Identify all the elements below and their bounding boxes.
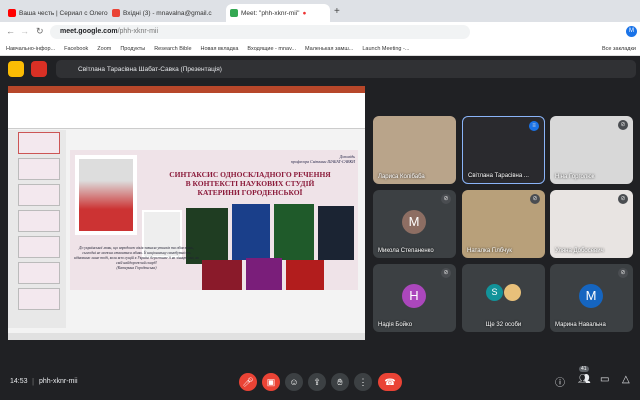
- presenter-label: Світлана Тарасівна Шабат-Савка (Презента…: [56, 60, 636, 78]
- back-icon[interactable]: ←: [6, 26, 15, 36]
- participant-tile[interactable]: ⊘ H Надія Бойко: [373, 264, 456, 332]
- mic-off-icon: ⊘: [530, 194, 540, 204]
- slide-thumb[interactable]: [18, 210, 60, 232]
- tab-gmail[interactable]: Вхідні (3) - mnavalna@gmail.c: [108, 4, 224, 22]
- book-cover: [232, 204, 270, 260]
- slide-thumb[interactable]: [18, 236, 60, 258]
- avatar: M: [402, 210, 426, 234]
- profile-avatar[interactable]: M: [626, 26, 637, 37]
- participant-tile[interactable]: ⊘ M Микола Степаненко: [373, 190, 456, 258]
- meeting-code: phh-xknr-mii: [39, 378, 78, 385]
- book-cover: [274, 204, 314, 260]
- slide-thumb[interactable]: [18, 262, 60, 284]
- more-options-button[interactable]: ⋮: [354, 373, 372, 391]
- slide-header: професора Світлани ШАБАТ-САВКИ: [290, 159, 355, 164]
- camera-off-button[interactable]: ▣: [262, 373, 280, 391]
- address-bar-row: ← → ↻ meet.google.com/phh-xknr-mii M: [0, 22, 640, 42]
- more-participants-tile[interactable]: S Ще 32 особи: [462, 264, 545, 332]
- bookmark[interactable]: Продукты: [120, 46, 145, 52]
- activities-icon[interactable]: △: [622, 374, 630, 385]
- emoji-button[interactable]: ☺: [285, 373, 303, 391]
- people-count-badge: 41: [579, 366, 589, 372]
- meet-icon: [230, 9, 238, 17]
- mic-off-icon: ⊘: [441, 194, 451, 204]
- ppt-status-bar: [8, 333, 365, 340]
- participant-tile-speaking[interactable]: ≡ Світлана Тарасівна ...: [462, 116, 545, 184]
- bookmark[interactable]: Launch Meeting -...: [362, 46, 409, 52]
- mic-off-icon: ⊘: [618, 268, 628, 278]
- leave-call-button[interactable]: ☎︎: [378, 373, 402, 391]
- avatar-photo: [504, 284, 521, 301]
- quote-author: (Катерина Городенська): [116, 266, 157, 270]
- presentation-bar: Світлана Тарасівна Шабат-Савка (Презента…: [4, 58, 638, 80]
- avatar: S: [486, 284, 503, 301]
- participant-tile[interactable]: ⊘ Ніна Горголюк: [550, 116, 633, 184]
- bookmarks-bar: Навчально-інфор... Facebook Zoom Продукт…: [0, 42, 640, 56]
- avatar: M: [579, 284, 603, 308]
- all-bookmarks[interactable]: Все закладки: [602, 46, 636, 52]
- bookmark[interactable]: Facebook: [64, 46, 88, 52]
- raise-hand-button[interactable]: ✋︎: [331, 373, 349, 391]
- present-button[interactable]: ⇪: [308, 373, 326, 391]
- new-tab-button[interactable]: +: [334, 6, 340, 17]
- participant-tile[interactable]: ⊘ M Марина Навальна: [550, 264, 633, 332]
- participant-tile[interactable]: ⊘ Наталка Гілбчук: [462, 190, 545, 258]
- reload-icon[interactable]: ↻: [36, 26, 44, 37]
- divider: |: [32, 377, 35, 386]
- youtube-icon: [8, 9, 16, 17]
- tab-strip: Ваша честь | Сериал с Олего Вхідні (3) -…: [0, 0, 640, 22]
- book-cover: [286, 260, 324, 290]
- mic-off-button[interactable]: 🎤︎: [239, 373, 257, 391]
- bookmark[interactable]: Новая вкладка: [201, 46, 239, 52]
- mic-off-icon: ⊘: [618, 194, 628, 204]
- people-icon[interactable]: 👥︎: [578, 374, 591, 385]
- slide-thumb[interactable]: [18, 288, 60, 310]
- present-icon[interactable]: [8, 61, 24, 77]
- slide: Доповідь професора Світлани ШАБАТ-САВКИ …: [70, 150, 358, 290]
- mic-off-icon: ⊘: [441, 268, 451, 278]
- slide-title: КАТЕРИНИ ГОРОДЕНСЬКОЇ: [197, 188, 303, 197]
- ppt-ribbon: [8, 93, 365, 129]
- avatar: H: [402, 284, 426, 308]
- meeting-time: 14:53: [10, 378, 28, 385]
- chat-icon[interactable]: ▭: [600, 374, 609, 385]
- slide-title: В КОНТЕКСТІ НАУКОВИХ СТУДІЙ: [185, 179, 315, 188]
- recording-icon: ●: [302, 9, 307, 17]
- bookmark[interactable]: Навчально-інфор...: [6, 46, 55, 52]
- bookmark[interactable]: Research Bible: [154, 46, 191, 52]
- mic-off-icon: ⊘: [618, 120, 628, 130]
- tab-meet[interactable]: Meet: "phh-xknr-mii" ●: [226, 4, 330, 22]
- book-cover: [202, 260, 242, 290]
- speaking-icon: ≡: [529, 121, 539, 131]
- bookmark[interactable]: Zoom: [97, 46, 111, 52]
- slide-thumb[interactable]: [18, 132, 60, 154]
- bookmark[interactable]: Маленькая замш...: [305, 46, 353, 52]
- slide-thumb[interactable]: [18, 158, 60, 180]
- participant-tile[interactable]: Лариса Колібаба: [373, 116, 456, 184]
- record-icon[interactable]: [31, 61, 47, 77]
- portrait-photo: [75, 155, 137, 235]
- url-input[interactable]: meet.google.com/phh-xknr-mii: [50, 25, 470, 39]
- shared-screen: Доповідь професора Світлани ШАБАТ-САВКИ …: [8, 86, 365, 340]
- book-cover: [246, 258, 282, 290]
- info-icon[interactable]: ⓘ: [555, 374, 565, 389]
- slide-quote: До української мови, що впродовж віків з…: [74, 246, 199, 265]
- forward-icon[interactable]: →: [20, 26, 29, 36]
- slide-thumbnails: [8, 130, 66, 328]
- ppt-title-bar: [8, 86, 365, 93]
- bookmark[interactable]: Входящие - mnav...: [247, 46, 296, 52]
- participant-tile[interactable]: ⊘ Уляна Добосевич: [550, 190, 633, 258]
- meet-controls: 14:53 | phh-xknr-mii 🎤︎ ▣ ☺ ⇪ ✋︎ ⋮ ☎︎ ⓘ …: [0, 365, 640, 400]
- slide-title: СИНТАКСИС ОДНОСКЛАДНОГО РЕЧЕННЯ: [169, 170, 331, 179]
- book-cover: [318, 206, 354, 260]
- tab-youtube[interactable]: Ваша честь | Сериал с Олего: [4, 4, 108, 22]
- slide-thumb[interactable]: [18, 184, 60, 206]
- gmail-icon: [112, 9, 120, 17]
